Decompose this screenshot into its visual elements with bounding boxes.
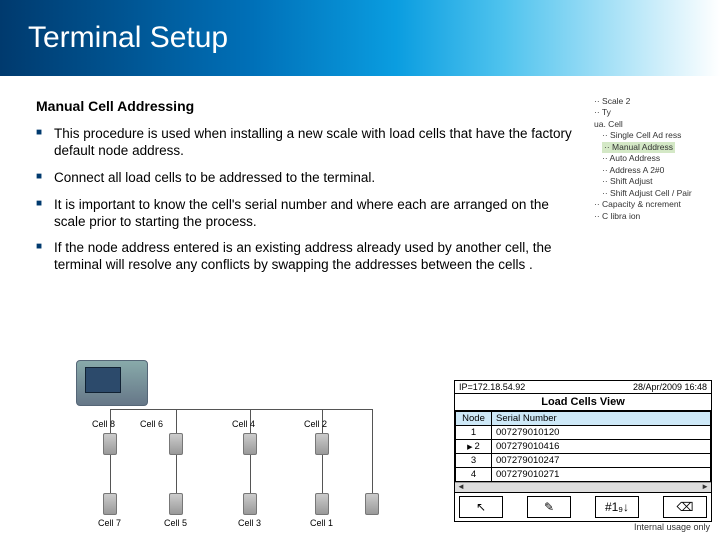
loadcell-icon (315, 493, 329, 515)
loadcell-icon (169, 493, 183, 515)
bullet-list: This procedure is used when installing a… (36, 126, 576, 274)
col-serial: Serial Number (492, 412, 711, 426)
footer-text: Internal usage only (634, 522, 710, 532)
terminal-icon (76, 360, 148, 406)
cell-label: Cell 3 (238, 518, 261, 528)
tree-item: ·· Shift Adjust Cell / Pair (594, 188, 714, 199)
table-row: 4007279010271 (456, 468, 711, 482)
page-title: Terminal Setup (28, 21, 228, 55)
loadcell-icon (103, 493, 117, 515)
loadcell-icon (315, 433, 329, 455)
tree-item: ·· Single Cell Ad ress (594, 130, 714, 141)
cell-label: Cell 6 (140, 419, 163, 429)
lcv-statusbar: IP=172.18.54.92 28/Apr/2009 16:48 (455, 381, 711, 394)
softkey-address-icon[interactable]: #1₉↓ (595, 496, 639, 518)
lcv-scrollbar[interactable] (455, 482, 711, 492)
loadcell-icon (103, 433, 117, 455)
tree-item: ·· Capacity & ncrement (594, 199, 714, 210)
wiring-diagram: Cell 8 Cell 6 Cell 4 Cell 2 Cell 7 Cell … (60, 360, 400, 520)
tree-item-selected: ·· Manual Address (594, 142, 714, 153)
cell-label: Cell 8 (92, 419, 115, 429)
title-banner: Terminal Setup (0, 0, 720, 76)
loadcell-icon (243, 433, 257, 455)
bullet-item: This procedure is used when installing a… (36, 126, 576, 160)
table-row: 3007279010247 (456, 454, 711, 468)
tree-item: ·· Auto Address (594, 153, 714, 164)
cell-label: Cell 1 (310, 518, 333, 528)
load-cells-view-panel: IP=172.18.54.92 28/Apr/2009 16:48 Load C… (454, 380, 712, 522)
cell-label: Cell 7 (98, 518, 121, 528)
bullet-item: If the node address entered is an existi… (36, 240, 576, 274)
table-row: 1007279010120 (456, 426, 711, 440)
col-node: Node (456, 412, 492, 426)
lcv-ip: IP=172.18.54.92 (459, 382, 525, 392)
table-header-row: Node Serial Number (456, 412, 711, 426)
tree-item: ·· Address A 2#0 (594, 165, 714, 176)
loadcell-icon (243, 493, 257, 515)
loadcell-icon (169, 433, 183, 455)
tree-item: ·· Shift Adjust (594, 176, 714, 187)
softkey-back-icon[interactable]: ↖ (459, 496, 503, 518)
table-row-selected: 2007279010416 (456, 440, 711, 454)
menu-tree: ·· Scale 2 ·· Ty ua. Cell ·· Single Cell… (594, 96, 714, 222)
loadcell-icon (365, 493, 379, 515)
lcv-table: Node Serial Number 1007279010120 2007279… (455, 411, 711, 482)
bullet-item: Connect all load cells to be addressed t… (36, 170, 576, 187)
cell-label: Cell 2 (304, 419, 327, 429)
softkey-edit-icon[interactable]: ✎ (527, 496, 571, 518)
lcv-datetime: 28/Apr/2009 16:48 (633, 382, 707, 392)
tree-item: ua. Cell (594, 119, 714, 130)
cell-label: Cell 5 (164, 518, 187, 528)
lcv-title: Load Cells View (455, 394, 711, 411)
tree-item: ·· C libra ion (594, 211, 714, 222)
cell-label: Cell 4 (232, 419, 255, 429)
lcv-softkeys: ↖ ✎ #1₉↓ ⌫ (455, 492, 711, 521)
bus-line (110, 409, 372, 410)
tree-item: ·· Ty (594, 107, 714, 118)
bullet-item: It is important to know the cell's seria… (36, 197, 576, 231)
tree-item: ·· Scale 2 (594, 96, 714, 107)
softkey-delete-icon[interactable]: ⌫ (663, 496, 707, 518)
